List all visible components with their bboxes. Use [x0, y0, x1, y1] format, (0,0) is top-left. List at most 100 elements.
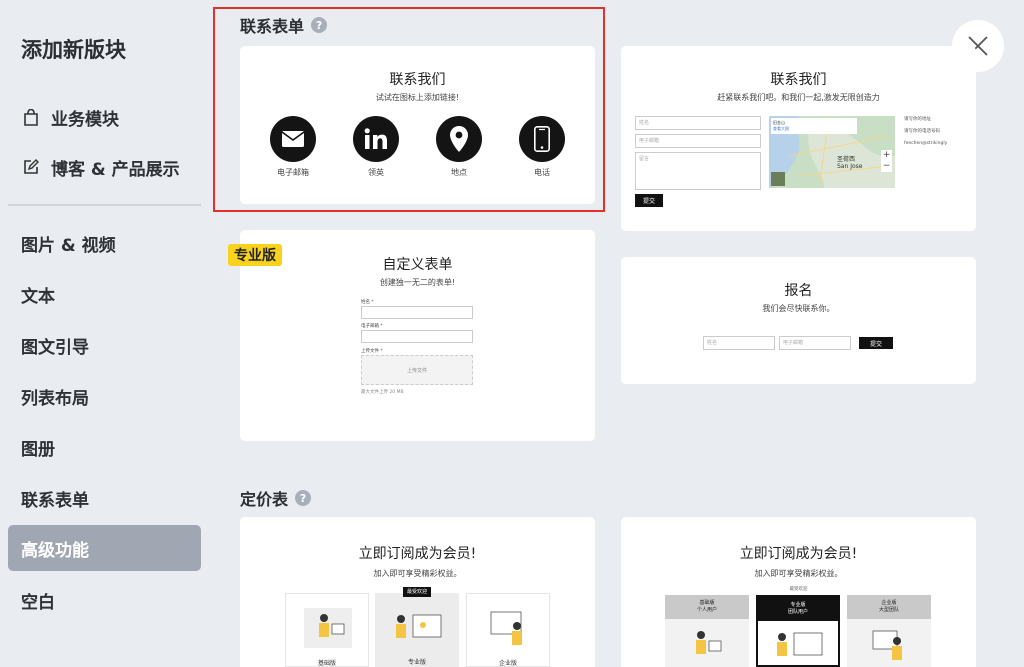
- pricing-tier-enterprise: 企业版 大型团队: [847, 595, 931, 667]
- card-subheading: 加入即可享受精彩权益。: [754, 569, 843, 578]
- field-label: 上传文件 *: [361, 349, 383, 354]
- illustration: [485, 608, 533, 648]
- sidebar: 添加新版块 业务模块 博客 & 产品展示 图片 & 视频 文本 图文引导 列表布…: [0, 0, 210, 667]
- contact-section-title: 联系表单 ?: [240, 13, 328, 37]
- tier-name: 企业版: [881, 600, 897, 606]
- sidebar-item-label: 空白: [21, 592, 55, 613]
- help-icon[interactable]: ?: [295, 490, 312, 506]
- sidebar-item-label: 文本: [21, 286, 55, 307]
- map-popup-link[interactable]: 查看大图: [773, 126, 855, 132]
- sidebar-item-blank[interactable]: 空白: [8, 577, 201, 623]
- contact-card-icons[interactable]: 联系我们 试试在图标上添加链接! 电子邮箱 领英 地点 电话: [240, 46, 595, 204]
- contact-item-email: 电子邮箱: [258, 116, 328, 178]
- contact-item-label: 领英: [368, 168, 384, 177]
- tier-label: 基础版: [317, 660, 336, 667]
- illustration: [777, 632, 823, 656]
- sidebar-item-blog[interactable]: 博客 & 产品展示: [8, 144, 201, 190]
- edit-icon: [21, 157, 41, 177]
- card-heading: 立即订阅成为会员!: [739, 546, 858, 562]
- map-city-zh: 圣荷西: [837, 156, 856, 163]
- tier-name: 基础版: [699, 600, 715, 606]
- contact-item-linkedin: 领英: [341, 116, 411, 178]
- tier-desc: 大型团队: [878, 607, 899, 613]
- contact-item-label: 电子邮箱: [277, 168, 309, 177]
- card-heading: 立即订阅成为会员!: [358, 546, 477, 562]
- submit-button[interactable]: 提交: [635, 194, 663, 207]
- email-input[interactable]: [361, 330, 473, 343]
- card-heading: 联系我们: [770, 72, 827, 88]
- sidebar-item-media[interactable]: 图片 & 视频: [8, 220, 201, 266]
- custom-form-card[interactable]: 自定义表单 创建独一无二的表单! 姓名 * 电子邮箱 * 上传文件 * 上传文件…: [240, 230, 595, 441]
- field-label: 姓名 *: [361, 300, 374, 305]
- email-input[interactable]: 电子邮箱: [779, 336, 851, 350]
- sidebar-item-label: 博客 & 产品展示: [51, 159, 180, 180]
- email-input[interactable]: 电子邮箱: [635, 134, 761, 148]
- popular-badge: 最受欢迎: [403, 587, 431, 597]
- pricing-card-2[interactable]: 立即订阅成为会员! 加入即可享受精彩权益。 最受欢迎 基础版 个人用户 专业版 …: [621, 517, 976, 667]
- card-heading: 报名: [784, 283, 813, 299]
- bag-icon: [21, 107, 41, 127]
- sidebar-item-advanced[interactable]: 高级功能: [8, 525, 201, 571]
- name-input[interactable]: 姓名: [703, 336, 775, 350]
- name-input[interactable]: 姓名: [635, 116, 761, 130]
- sidebar-item-label: 列表布局: [21, 388, 89, 409]
- mail-icon: [270, 116, 316, 162]
- tier-label: 专业版: [407, 659, 426, 666]
- tier-header: 专业版 团队用户: [758, 597, 838, 621]
- map-city-label: 圣荷西 San Jose: [837, 156, 862, 170]
- pro-badge: 专业版: [228, 244, 282, 266]
- tier-desc: 团队用户: [787, 609, 808, 615]
- map-city-en: San Jose: [837, 163, 863, 170]
- tier-header: 基础版 个人用户: [665, 595, 749, 619]
- map[interactable]: 旧金山 查看大图 圣荷西 San Jose + −: [769, 116, 895, 188]
- illustration: [304, 608, 352, 648]
- pricing-tier-pro: 最受欢迎 专业版: [375, 587, 459, 667]
- address-text: 请写你的地址: [904, 117, 931, 122]
- submit-button[interactable]: 提交: [859, 337, 893, 349]
- sidebar-item-label: 联系表单: [21, 490, 89, 511]
- phone-text: 请写你的电话号码: [904, 129, 940, 134]
- upload-area[interactable]: 上传文件: [361, 355, 473, 385]
- tier-name: 专业版: [790, 602, 806, 608]
- illustration: [389, 607, 445, 647]
- pricing-tier-basic: 基础版: [285, 593, 369, 667]
- card-subheading: 试试在图标上添加链接!: [375, 93, 460, 102]
- popular-label: 最受欢迎: [789, 587, 808, 592]
- field-label: 电子邮箱 *: [361, 324, 383, 329]
- card-heading: 联系我们: [389, 72, 446, 88]
- sidebar-item-label: 高级功能: [21, 540, 89, 561]
- contact-info: 请写你的地址 请写你的电话号码 feechen@strikingly: [904, 114, 947, 150]
- contact-item-location: 地点: [424, 116, 494, 178]
- sidebar-item-business[interactable]: 业务模块: [8, 94, 201, 140]
- sidebar-item-gallery[interactable]: 图册: [8, 424, 201, 470]
- section-title-text: 联系表单: [240, 17, 305, 36]
- sidebar-item-list-layout[interactable]: 列表布局: [8, 373, 201, 419]
- location-pin-icon: [436, 116, 482, 162]
- contact-item-label: 地点: [451, 168, 467, 177]
- upload-note: 最大文件上传 20 MB: [361, 390, 404, 395]
- pricing-tier-enterprise: 企业版: [466, 593, 550, 667]
- pricing-tier-basic: 基础版 个人用户: [665, 595, 749, 667]
- sidebar-item-text[interactable]: 文本: [8, 271, 201, 317]
- contact-card-map[interactable]: 联系我们 赶紧联系我们吧。和我们一起,激发无限创造力 姓名 电子邮箱 留言 提交…: [621, 46, 976, 231]
- sidebar-item-label: 图片 & 视频: [21, 235, 116, 256]
- help-icon[interactable]: ?: [311, 17, 328, 33]
- map-zoom-controls[interactable]: + −: [881, 150, 892, 172]
- map-satellite-toggle[interactable]: [771, 172, 785, 186]
- email-text: feechen@strikingly: [904, 141, 948, 146]
- contact-item-phone: 电话: [507, 116, 577, 178]
- tier-header: 企业版 大型团队: [847, 595, 931, 619]
- section-title-text: 定价表: [240, 490, 289, 509]
- sidebar-title: 添加新版块: [21, 38, 126, 62]
- pricing-card-1[interactable]: 立即订阅成为会员! 加入即可享受精彩权益。 基础版 最受欢迎 专业版 企业版: [240, 517, 595, 667]
- sidebar-item-image-guide[interactable]: 图文引导: [8, 322, 201, 368]
- illustration: [696, 631, 722, 654]
- sidebar-item-label: 业务模块: [51, 109, 119, 130]
- card-subheading: 加入即可享受精彩权益。: [373, 569, 462, 578]
- message-input[interactable]: 留言: [635, 152, 761, 190]
- card-heading: 自定义表单: [382, 257, 453, 273]
- sidebar-item-contact-form[interactable]: 联系表单: [8, 475, 201, 521]
- name-input[interactable]: [361, 306, 473, 319]
- signup-card[interactable]: 报名 我们会尽快联系你。 姓名 电子邮箱 提交: [621, 257, 976, 384]
- card-subheading: 我们会尽快联系你。: [762, 304, 835, 313]
